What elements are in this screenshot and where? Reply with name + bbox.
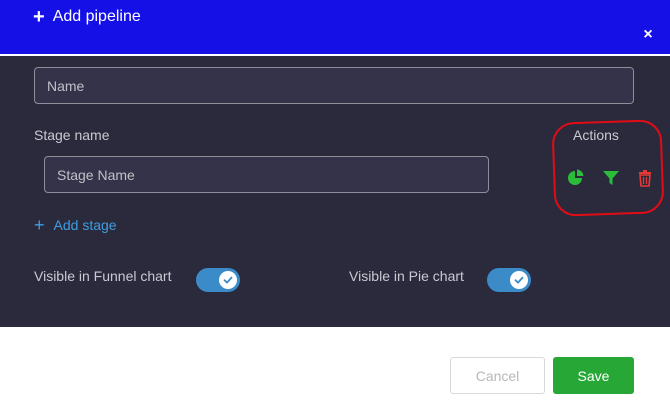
check-icon (514, 276, 524, 284)
toggle-knob (219, 271, 237, 289)
add-stage-link[interactable]: + Add stage (34, 216, 117, 234)
dialog-title: + Add pipeline (33, 7, 141, 27)
visible-pie-toggle[interactable] (487, 268, 531, 292)
plus-icon: + (34, 215, 45, 235)
close-icon: × (643, 26, 653, 43)
add-stage-label: Add stage (53, 217, 117, 233)
dialog-header: + Add pipeline × (0, 0, 670, 54)
dialog-title-text: Add pipeline (52, 8, 141, 25)
visible-funnel-label: Visible in Funnel chart (34, 268, 172, 284)
red-annotation-circle (551, 119, 665, 217)
visible-pie-label: Visible in Pie chart (349, 268, 464, 284)
plus-icon: + (33, 6, 45, 28)
close-button[interactable]: × (640, 27, 656, 43)
pipeline-name-input[interactable] (34, 67, 634, 104)
toggle-knob (510, 271, 528, 289)
dialog-body: Stage name Actions + Add stage Visible i… (0, 56, 670, 327)
visible-funnel-toggle[interactable] (196, 268, 240, 292)
save-button[interactable]: Save (553, 357, 634, 394)
stage-name-label: Stage name (34, 127, 110, 143)
check-icon (223, 276, 233, 284)
cancel-button[interactable]: Cancel (450, 357, 545, 394)
stage-name-input[interactable] (44, 156, 489, 193)
